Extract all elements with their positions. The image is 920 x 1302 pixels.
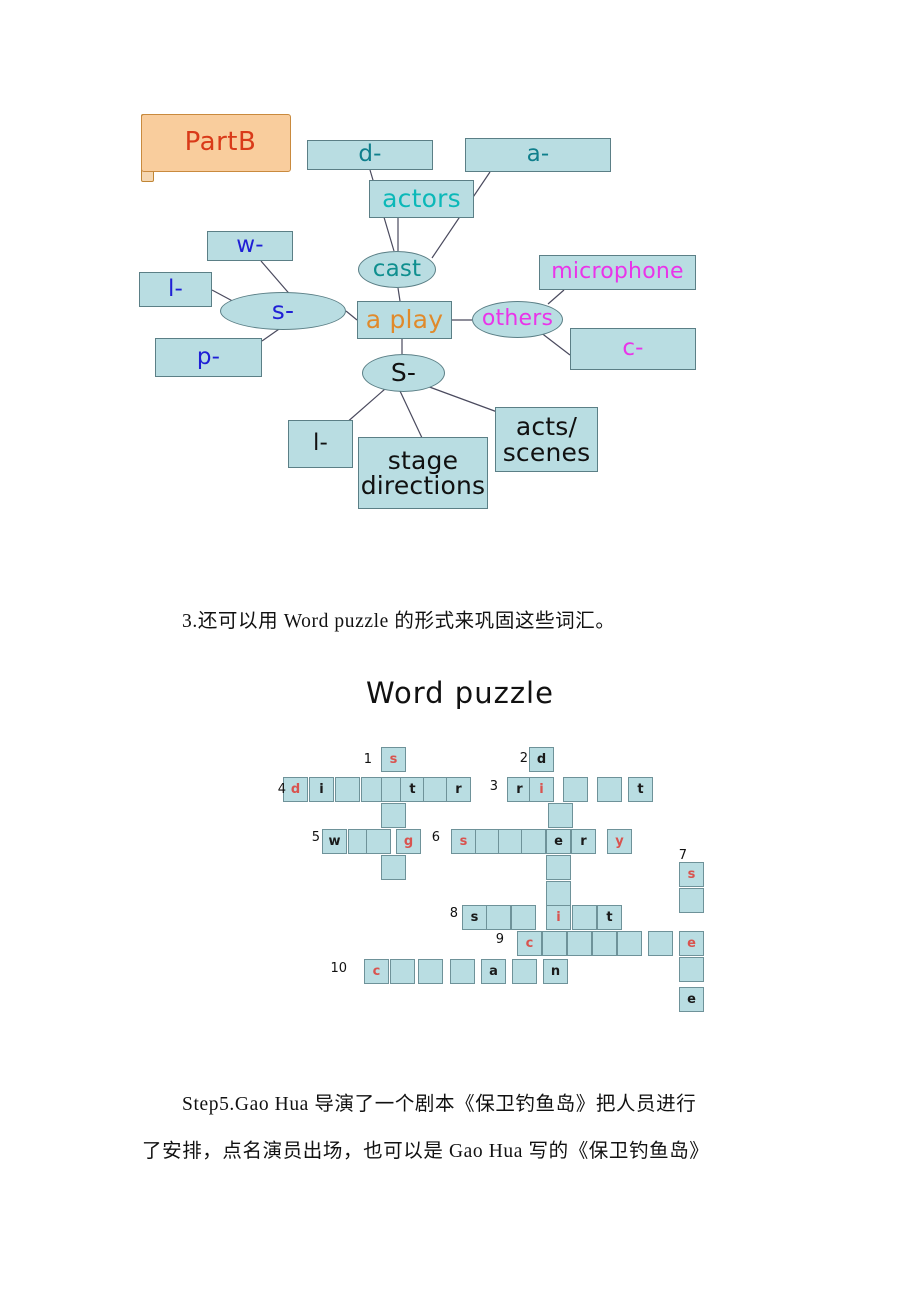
mind-map-node-stage-directions: stage directions — [358, 437, 488, 509]
mind-map-node-acts-scenes: acts/ scenes — [495, 407, 598, 472]
puzzle-cell-filled[interactable]: t — [597, 905, 622, 930]
puzzle-cell-filled[interactable]: t — [628, 777, 653, 802]
puzzle-cell-empty[interactable] — [546, 855, 571, 880]
puzzle-cell-filled[interactable]: i — [309, 777, 334, 802]
puzzle-cell-empty[interactable] — [418, 959, 443, 984]
puzzle-cell-empty[interactable] — [450, 959, 475, 984]
part-b-banner-label: PartB — [184, 127, 257, 157]
puzzle-cell-empty[interactable] — [592, 931, 617, 956]
puzzle-cell-empty[interactable] — [390, 959, 415, 984]
mind-map-node-cast: cast — [358, 251, 436, 288]
mind-map-node-d-: d- — [307, 140, 433, 170]
word-puzzle-title: Word puzzle — [366, 676, 554, 710]
puzzle-clue-number-1: 1 — [363, 752, 372, 767]
mind-map-node-s-left: s- — [220, 292, 346, 330]
puzzle-cell-empty[interactable] — [648, 931, 673, 956]
mind-map-node-l-left: l- — [139, 272, 212, 307]
puzzle-cell-filled[interactable]: i — [529, 777, 554, 802]
puzzle-cell-filled[interactable]: s — [381, 747, 406, 772]
puzzle-cell-filled[interactable]: r — [571, 829, 596, 854]
paragraph-step5-line2: 了安排，点名演员出场，也可以是 Gao Hua 写的《保卫钓鱼岛》 — [142, 1141, 710, 1162]
mind-map-edge-others-to-c- — [539, 331, 571, 356]
puzzle-clue-number-6: 6 — [431, 830, 440, 845]
puzzle-cell-empty[interactable] — [521, 829, 546, 854]
puzzle-cell-filled[interactable]: i — [546, 905, 571, 930]
puzzle-cell-empty[interactable] — [679, 957, 704, 982]
mind-map-node-a-play: a play — [357, 301, 452, 339]
puzzle-cell-empty[interactable] — [381, 803, 406, 828]
word-puzzle-figure: Word puzzle — [0, 676, 920, 1056]
puzzle-clue-number-8: 8 — [449, 906, 458, 921]
puzzle-clue-number-9: 9 — [495, 932, 504, 947]
puzzle-cell-empty[interactable] — [423, 777, 448, 802]
mind-map-node-S-bottom: S- — [362, 354, 445, 392]
mind-map-node-p-: p- — [155, 338, 262, 377]
puzzle-cell-empty[interactable] — [498, 829, 523, 854]
puzzle-cell-filled[interactable]: w — [322, 829, 347, 854]
puzzle-cell-empty[interactable] — [512, 959, 537, 984]
puzzle-cell-filled[interactable]: y — [607, 829, 632, 854]
mind-map-edge-S-bottom-to-l-bottom — [344, 388, 386, 425]
puzzle-clue-number-4: 4 — [277, 782, 286, 797]
puzzle-cell-filled[interactable]: c — [364, 959, 389, 984]
puzzle-cell-filled[interactable]: g — [396, 829, 421, 854]
mind-map-node-actors: actors — [369, 180, 474, 218]
mind-map-node-others: others — [472, 301, 563, 338]
puzzle-cell-empty[interactable] — [486, 905, 511, 930]
puzzle-cell-empty[interactable] — [572, 905, 597, 930]
paragraph-word-puzzle-intro: 3.还可以用 Word puzzle 的形式来巩固这些词汇。 — [182, 611, 616, 632]
puzzle-cell-empty[interactable] — [366, 829, 391, 854]
puzzle-cell-empty[interactable] — [597, 777, 622, 802]
puzzle-cell-filled[interactable]: r — [446, 777, 471, 802]
puzzle-cell-empty[interactable] — [335, 777, 360, 802]
mind-map-edge-S-bottom-to-stage — [399, 390, 424, 441]
puzzle-cell-filled[interactable]: s — [451, 829, 476, 854]
puzzle-cell-empty[interactable] — [563, 777, 588, 802]
mind-map-figure: ◳ PartB d-a-actorscastw-l-s-p-a playothe… — [0, 0, 920, 560]
puzzle-cell-empty[interactable] — [679, 888, 704, 913]
puzzle-clue-number-5: 5 — [311, 830, 320, 845]
puzzle-cell-filled[interactable]: e — [546, 829, 571, 854]
mind-map-node-microphone: microphone — [539, 255, 696, 290]
puzzle-cell-empty[interactable] — [546, 881, 571, 906]
mind-map-node-l-bottom: l- — [288, 420, 353, 468]
puzzle-cell-empty[interactable] — [548, 803, 573, 828]
puzzle-cell-empty[interactable] — [617, 931, 642, 956]
puzzle-cell-empty[interactable] — [542, 931, 567, 956]
mind-map-edge-s-left-to-a-play — [345, 310, 358, 321]
puzzle-cell-filled[interactable]: c — [517, 931, 542, 956]
puzzle-cell-empty[interactable] — [475, 829, 500, 854]
puzzle-cell-filled[interactable]: s — [462, 905, 487, 930]
mind-map-edge-cast-to-a-play — [397, 287, 401, 302]
puzzle-cell-filled[interactable]: d — [283, 777, 308, 802]
puzzle-cell-filled[interactable]: t — [400, 777, 425, 802]
puzzle-cell-filled[interactable]: s — [679, 862, 704, 887]
document-page: ◳ PartB d-a-actorscastw-l-s-p-a playothe… — [0, 0, 920, 1302]
puzzle-cell-filled[interactable]: d — [529, 747, 554, 772]
puzzle-cell-empty[interactable] — [511, 905, 536, 930]
puzzle-cell-filled[interactable]: e — [679, 987, 704, 1012]
mind-map-node-c-: c- — [570, 328, 696, 370]
mind-map-edge-others-to-microphone — [547, 289, 565, 305]
puzzle-cell-empty[interactable] — [567, 931, 592, 956]
puzzle-cell-empty[interactable] — [381, 855, 406, 880]
mind-map-node-w-: w- — [207, 231, 293, 261]
puzzle-clue-number-7: 7 — [678, 848, 687, 863]
paragraph-step5-line1: Step5.Gao Hua 导演了一个剧本《保卫钓鱼岛》把人员进行 — [182, 1094, 697, 1115]
puzzle-cell-filled[interactable]: a — [481, 959, 506, 984]
mind-map-node-a-: a- — [465, 138, 611, 172]
puzzle-cell-filled[interactable]: n — [543, 959, 568, 984]
puzzle-cell-filled[interactable]: e — [679, 931, 704, 956]
mind-map-edge-S-bottom-to-acts — [423, 384, 501, 414]
puzzle-clue-number-10: 10 — [330, 961, 347, 976]
puzzle-clue-number-3: 3 — [489, 779, 498, 794]
puzzle-clue-number-2: 2 — [519, 751, 528, 766]
